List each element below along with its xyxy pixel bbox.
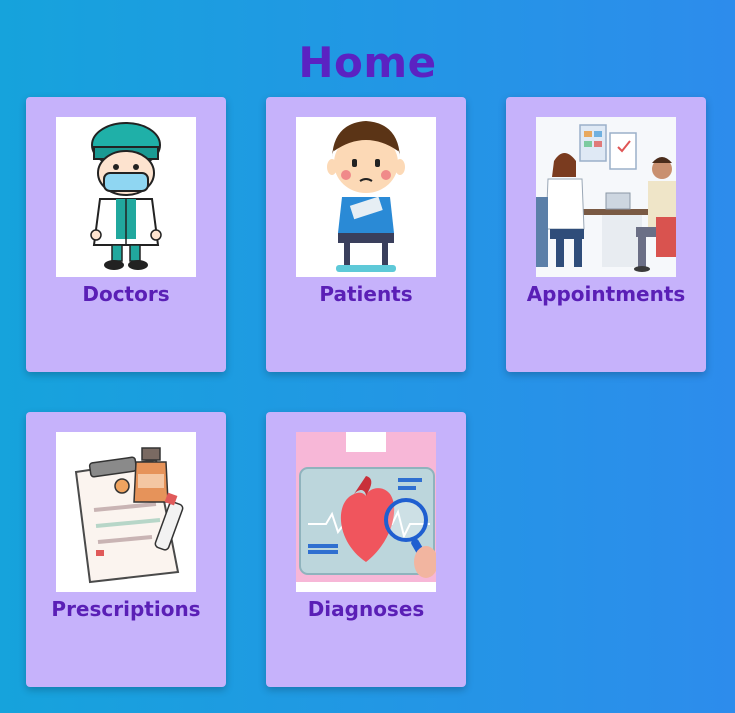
card-patients[interactable]: Patients <box>266 97 466 372</box>
card-label: Prescriptions <box>51 597 201 621</box>
prescription-illustration-icon <box>56 432 196 592</box>
card-label: Doctors <box>82 282 170 306</box>
diagnosis-illustration-icon <box>296 432 436 592</box>
card-label: Patients <box>319 282 413 306</box>
card-diagnoses[interactable]: Diagnoses <box>266 412 466 687</box>
card-appointments[interactable]: Appointments <box>506 97 706 372</box>
appointment-illustration-icon <box>536 117 676 277</box>
patient-illustration-icon <box>296 117 436 277</box>
page-title: Home <box>298 38 437 88</box>
card-label: Appointments <box>526 282 686 306</box>
card-doctors[interactable]: Doctors <box>26 97 226 372</box>
card-label: Diagnoses <box>307 597 425 621</box>
card-prescriptions[interactable]: Prescriptions <box>26 412 226 687</box>
doctor-illustration-icon <box>56 117 196 277</box>
